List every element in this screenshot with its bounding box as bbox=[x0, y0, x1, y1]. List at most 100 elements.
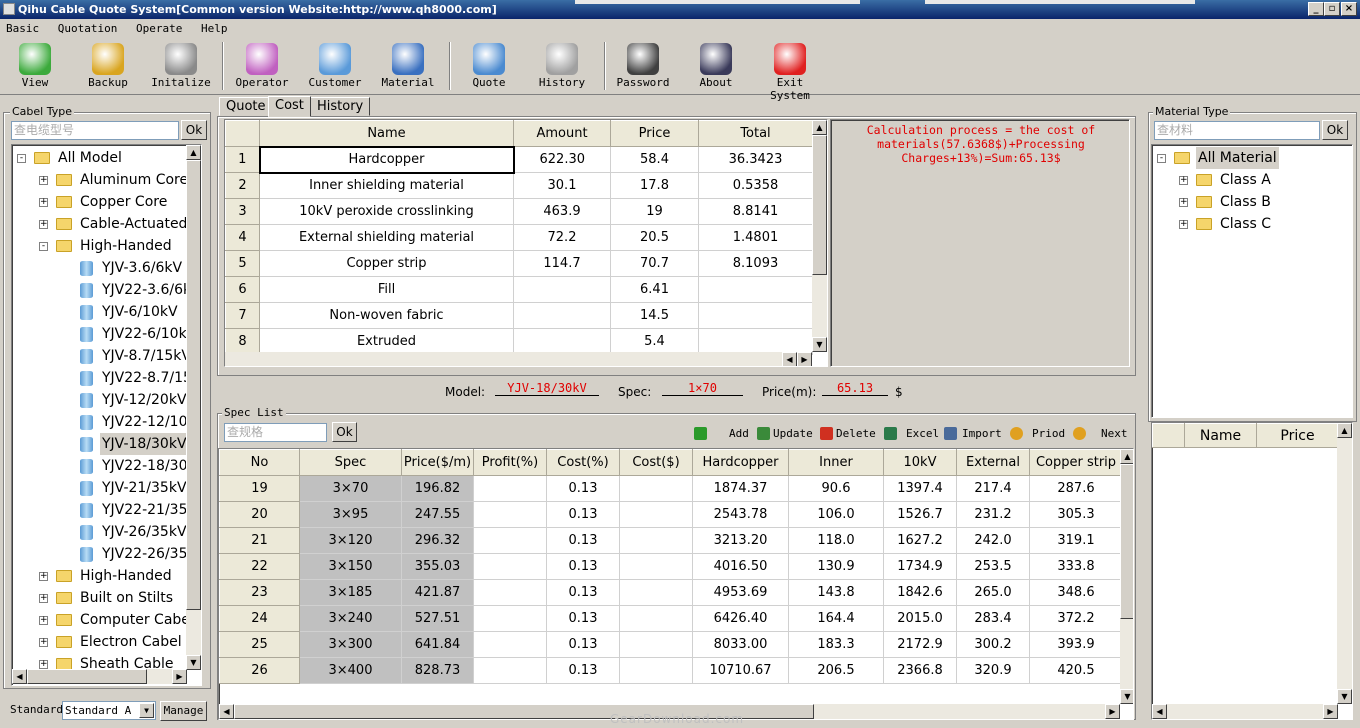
spec-header-cell[interactable]: Inner bbox=[788, 449, 884, 476]
spec-cell[interactable]: 25 bbox=[219, 631, 300, 658]
cabel-tree-node[interactable]: + Sheath Cable bbox=[12, 653, 187, 670]
cabel-search-ok-button[interactable]: Ok bbox=[181, 120, 207, 140]
arrow-down-icon[interactable] bbox=[1073, 427, 1086, 440]
cost-cell[interactable]: 0.5358 bbox=[698, 172, 813, 199]
expand-icon[interactable]: + bbox=[1179, 220, 1188, 229]
spec-cell[interactable]: 828.73 bbox=[401, 657, 474, 684]
spec-cell[interactable] bbox=[619, 475, 693, 502]
cost-grid-hscroll[interactable]: ◀ ▶ bbox=[225, 352, 812, 366]
spec-cell[interactable]: 20 bbox=[219, 501, 300, 528]
cost-cell[interactable]: 3 bbox=[225, 198, 260, 225]
spec-cell[interactable]: 320.9 bbox=[956, 657, 1030, 684]
cabel-tree-node[interactable]: YJV-3.6/6kV bbox=[12, 257, 187, 279]
priod-button[interactable]: Priod bbox=[1032, 427, 1065, 441]
cost-cell[interactable] bbox=[513, 302, 611, 329]
toolbar-backup-button[interactable]: Backup bbox=[78, 41, 138, 89]
spec-cell[interactable]: 196.82 bbox=[401, 475, 474, 502]
standard-select[interactable]: Standard A ▼ bbox=[62, 701, 156, 720]
import-button[interactable]: Import bbox=[962, 427, 1002, 441]
spec-cell[interactable]: 265.0 bbox=[956, 579, 1030, 606]
spec-cell[interactable]: 527.51 bbox=[401, 605, 474, 632]
material-grid-hscroll[interactable]: ◀ ▶ bbox=[1152, 704, 1338, 719]
spec-cell[interactable]: 0.13 bbox=[546, 631, 620, 658]
cabel-tree-hscroll[interactable]: ◀ ▶ bbox=[12, 669, 187, 684]
spec-cell[interactable] bbox=[619, 553, 693, 580]
spec-cell[interactable] bbox=[619, 579, 693, 606]
spec-cell[interactable]: 3×150 bbox=[299, 553, 402, 580]
menu-operate[interactable]: Operate bbox=[136, 22, 182, 35]
cost-cell[interactable]: 1.4801 bbox=[698, 224, 813, 251]
scroll-down-button[interactable]: ▼ bbox=[1337, 689, 1352, 704]
spec-grid-vscroll[interactable]: ▲ ▼ bbox=[1120, 449, 1133, 704]
arrow-up-icon[interactable] bbox=[1010, 427, 1023, 440]
menu-quotation[interactable]: Quotation bbox=[58, 22, 118, 35]
spec-cell[interactable]: 4953.69 bbox=[692, 579, 789, 606]
cabel-tree-node[interactable]: YJV22-12/10kV bbox=[12, 411, 187, 433]
cost-cell[interactable] bbox=[513, 328, 611, 355]
cost-cell[interactable]: 14.5 bbox=[610, 302, 699, 329]
spec-cell[interactable]: 0.13 bbox=[546, 605, 620, 632]
spec-cell[interactable]: 118.0 bbox=[788, 527, 884, 554]
scroll-down-button[interactable]: ▼ bbox=[186, 655, 201, 670]
spec-search-input[interactable]: 查规格 bbox=[224, 423, 327, 442]
spec-cell[interactable]: 253.5 bbox=[956, 553, 1030, 580]
toolbar-initalize-button[interactable]: Initalize bbox=[151, 41, 211, 89]
scroll-up-button[interactable]: ▲ bbox=[1120, 449, 1133, 464]
toolbar-customer-button[interactable]: Customer bbox=[305, 41, 365, 89]
cabel-tree-node[interactable]: + Aluminum Core bbox=[12, 169, 187, 191]
cost-header-cell[interactable]: Price bbox=[610, 120, 699, 147]
toolbar-material-button[interactable]: Material bbox=[378, 41, 438, 89]
cabel-tree-node[interactable]: YJV-18/30kV bbox=[12, 433, 187, 455]
spec-cell[interactable]: 22 bbox=[219, 553, 300, 580]
spec-cell[interactable]: 3×300 bbox=[299, 631, 402, 658]
cost-row[interactable]: 5 Copper strip 114.7 70.7 8.1093 bbox=[225, 250, 813, 277]
spec-cell[interactable]: 333.8 bbox=[1029, 553, 1123, 580]
cabel-tree-node[interactable]: YJV-21/35kV bbox=[12, 477, 187, 499]
expand-icon[interactable]: + bbox=[39, 220, 48, 229]
spec-cell[interactable]: 287.6 bbox=[1029, 475, 1123, 502]
scroll-right-button[interactable]: ▶ bbox=[1323, 704, 1338, 719]
spec-cell[interactable] bbox=[473, 579, 547, 606]
spec-cell[interactable] bbox=[473, 631, 547, 658]
cabel-tree-node[interactable]: - High-Handed bbox=[12, 235, 187, 257]
scroll-thumb[interactable] bbox=[812, 135, 827, 275]
spec-cell[interactable]: 372.2 bbox=[1029, 605, 1123, 632]
scroll-right-button[interactable]: ▶ bbox=[1105, 704, 1120, 719]
import-icon[interactable] bbox=[944, 427, 957, 440]
cost-cell[interactable] bbox=[698, 328, 813, 355]
add-icon[interactable] bbox=[694, 427, 707, 440]
cost-cell[interactable]: 17.8 bbox=[610, 172, 699, 199]
scroll-down-button[interactable]: ▼ bbox=[1120, 689, 1133, 704]
spec-cell[interactable]: 1627.2 bbox=[883, 527, 957, 554]
spec-cell[interactable]: 641.84 bbox=[401, 631, 474, 658]
spec-cell[interactable]: 1734.9 bbox=[883, 553, 957, 580]
minimize-button[interactable]: _ bbox=[1308, 2, 1324, 16]
scroll-left-button[interactable]: ◀ bbox=[219, 704, 234, 719]
cost-row[interactable]: 4 External shielding material 72.2 20.5 1.48… bbox=[225, 224, 813, 251]
material-search-ok-button[interactable]: Ok bbox=[1322, 120, 1348, 140]
tab-quote[interactable]: Quote bbox=[219, 97, 273, 116]
menu-basic[interactable]: Basic bbox=[6, 22, 39, 35]
spec-cell[interactable]: 90.6 bbox=[788, 475, 884, 502]
spec-header-cell[interactable]: External bbox=[956, 449, 1030, 476]
spec-cell[interactable]: 231.2 bbox=[956, 501, 1030, 528]
excel-icon[interactable] bbox=[884, 427, 897, 440]
cost-cell[interactable]: 30.1 bbox=[513, 172, 611, 199]
spec-row[interactable]: 19 3×70 196.82 0.13 1874.37 90.6 1397.4 217.4 28… bbox=[219, 475, 1123, 502]
toolbar-about-button[interactable]: About bbox=[686, 41, 746, 89]
spec-cell[interactable] bbox=[473, 501, 547, 528]
spec-cell[interactable]: 420.5 bbox=[1029, 657, 1123, 684]
spec-cell[interactable]: 0.13 bbox=[546, 527, 620, 554]
spec-cell[interactable]: 319.1 bbox=[1029, 527, 1123, 554]
tab-history[interactable]: History bbox=[310, 97, 371, 116]
spec-cell[interactable]: 143.8 bbox=[788, 579, 884, 606]
spec-header-cell[interactable]: Copper strip bbox=[1029, 449, 1123, 476]
spec-header-cell[interactable]: Profit(%) bbox=[473, 449, 547, 476]
spec-cell[interactable]: 206.5 bbox=[788, 657, 884, 684]
cost-cell[interactable]: 58.4 bbox=[610, 146, 699, 173]
cost-cell[interactable]: 8.8141 bbox=[698, 198, 813, 225]
maximize-button[interactable]: ▫ bbox=[1324, 2, 1340, 16]
scroll-down-button[interactable]: ▼ bbox=[812, 337, 827, 352]
spec-cell[interactable]: 3×240 bbox=[299, 605, 402, 632]
menu-help[interactable]: Help bbox=[201, 22, 228, 35]
